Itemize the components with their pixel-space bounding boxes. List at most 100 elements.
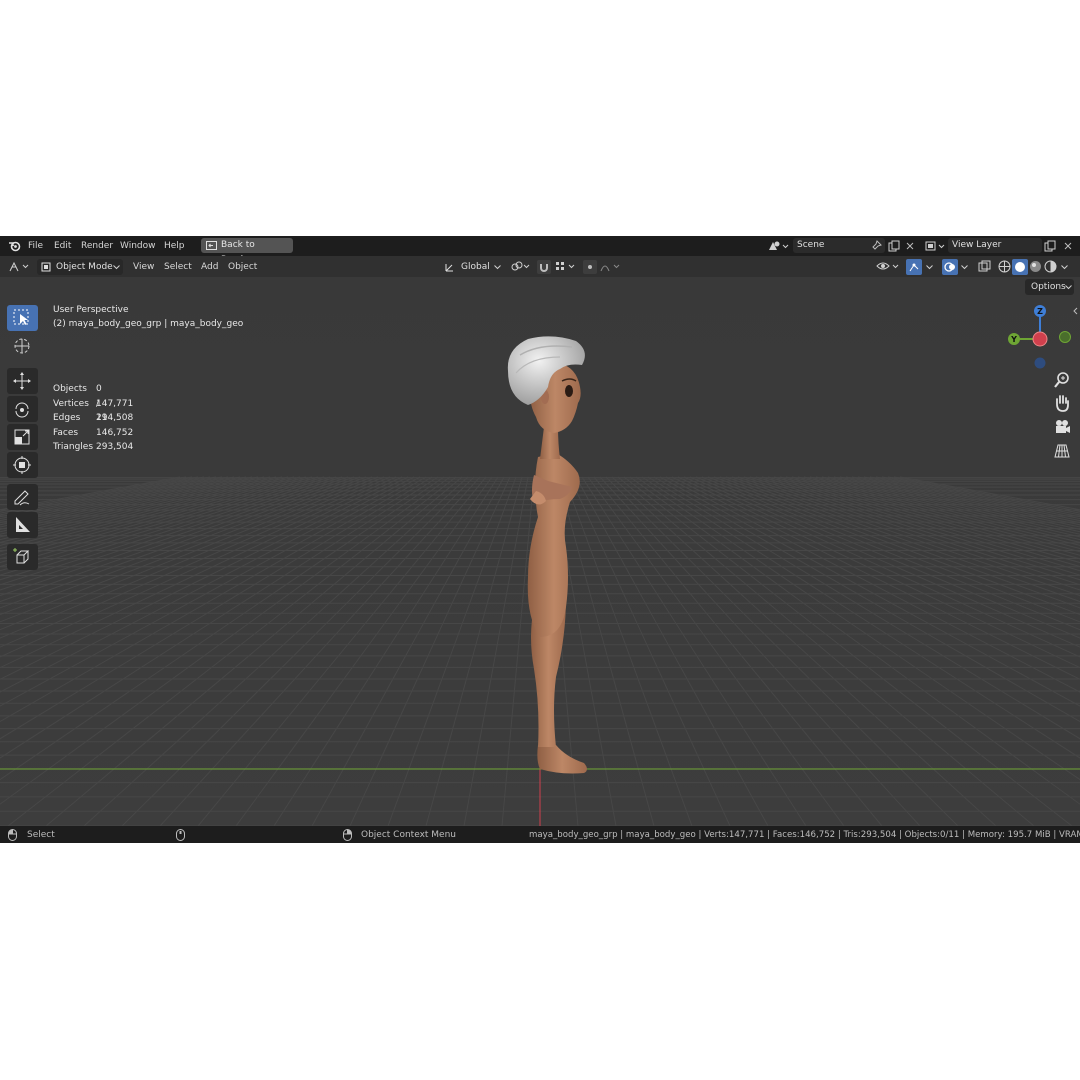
stat-label: Faces: [53, 427, 79, 438]
view-layer-field[interactable]: View Layer: [948, 238, 1042, 253]
object-mode-icon: [41, 262, 51, 272]
mouse-middle-icon: [176, 829, 185, 841]
select-box-tool[interactable]: [7, 305, 38, 331]
view-menu[interactable]: View: [133, 260, 154, 274]
falloff-curve-icon[interactable]: [600, 260, 622, 273]
grid-perspective-icon: [1054, 444, 1070, 458]
status-select-hint: Select: [27, 830, 55, 840]
cursor-tool[interactable]: [7, 333, 38, 359]
stat-value: 147,771: [96, 398, 134, 409]
stat-label: Triangles: [53, 442, 94, 452]
camera-view-button[interactable]: [1052, 417, 1072, 437]
transform-icon: [13, 456, 31, 474]
orientation-label: Global: [461, 262, 490, 272]
gizmo-toggle[interactable]: [906, 259, 922, 275]
overlays-toggle[interactable]: [942, 259, 958, 275]
visibility-eye-icon[interactable]: [876, 260, 902, 273]
viewport-scene: [0, 277, 1080, 826]
add-menu[interactable]: Add: [201, 260, 218, 274]
scale-tool[interactable]: [7, 424, 38, 450]
menu-file[interactable]: File: [28, 239, 43, 253]
cursor-icon: [14, 338, 30, 354]
select-box-icon: [13, 309, 29, 325]
gizmo-icon: [909, 263, 919, 272]
menu-edit[interactable]: Edit: [54, 239, 71, 253]
object-menu[interactable]: Object: [228, 260, 257, 274]
viewport-header: Object Mode View Select Add Object Globa…: [0, 256, 1080, 277]
close-scene-icon[interactable]: [906, 242, 914, 250]
solid-shading-button[interactable]: [1012, 259, 1028, 275]
chevron-left-icon[interactable]: [1072, 307, 1078, 315]
back-icon: [206, 241, 217, 250]
add-cube-icon: [13, 548, 30, 564]
select-menu[interactable]: Select: [164, 260, 192, 274]
top-menu-bar: File Edit Render Window Help Back to Pre…: [0, 236, 1080, 265]
snap-toggle[interactable]: [537, 260, 551, 274]
blender-window: File Edit Render Window Help Back to Pre…: [0, 236, 1080, 843]
gizmo-z-label: Z: [1037, 307, 1043, 316]
pivot-point-icon[interactable]: [510, 260, 532, 273]
pin-icon[interactable]: [871, 240, 882, 251]
move-tool[interactable]: [7, 368, 38, 394]
chevron-down-icon[interactable]: [961, 265, 968, 270]
scale-icon: [14, 429, 30, 445]
pan-button[interactable]: [1052, 393, 1072, 413]
zoom-icon: [1054, 372, 1069, 388]
zoom-button[interactable]: [1052, 370, 1072, 390]
rotate-tool[interactable]: [7, 396, 38, 422]
mode-label: Object Mode: [56, 262, 113, 272]
active-object-path: (2) maya_body_geo_grp | maya_body_geo: [53, 319, 244, 329]
chevron-down-icon: [494, 265, 501, 270]
transform-orientation-dropdown[interactable]: Global: [442, 259, 504, 275]
rotate-icon: [15, 402, 29, 418]
annotate-tool[interactable]: [7, 484, 38, 510]
measure-icon: [16, 517, 30, 532]
camera-icon: [1056, 420, 1070, 433]
blender-logo-icon[interactable]: [8, 240, 21, 252]
wireframe-shading-icon[interactable]: [998, 260, 1011, 273]
scene-name: Scene: [797, 240, 825, 250]
navigation-gizmo[interactable]: Z Y: [1000, 303, 1080, 373]
back-to-previous-button[interactable]: Back to Previous: [201, 238, 293, 265]
rendered-shading-icon[interactable]: [1044, 260, 1057, 273]
chevron-down-icon[interactable]: [926, 265, 933, 270]
stat-label: Edges: [53, 413, 81, 423]
new-scene-icon[interactable]: [888, 240, 900, 252]
3d-viewport[interactable]: User Perspective (2) maya_body_geo_grp |…: [0, 277, 1080, 826]
menu-help[interactable]: Help: [164, 239, 185, 253]
solid-shading-icon: [1015, 262, 1025, 272]
add-cube-tool[interactable]: [7, 544, 38, 570]
status-context-menu-hint: Object Context Menu: [361, 830, 457, 840]
options-label: Options: [1031, 282, 1066, 292]
chevron-down-icon: [113, 265, 120, 270]
orientation-icon: [445, 264, 453, 272]
xray-toggle-icon[interactable]: [978, 260, 992, 273]
measure-tool[interactable]: [7, 512, 38, 538]
material-preview-icon[interactable]: [1029, 260, 1042, 273]
scene-field[interactable]: Scene: [793, 238, 885, 253]
menu-render[interactable]: Render: [81, 239, 113, 253]
view-layer-icon[interactable]: [925, 240, 947, 252]
options-dropdown[interactable]: Options: [1025, 279, 1074, 295]
stat-label: Objects: [53, 384, 88, 394]
proportional-editing-toggle[interactable]: [583, 260, 597, 274]
status-bar: Select Object Context Menu maya_body_geo…: [0, 826, 1080, 843]
snap-grid-icon[interactable]: [555, 260, 577, 273]
close-view-layer-icon[interactable]: [1064, 242, 1072, 250]
stat-value: 293,504: [96, 442, 134, 452]
mouse-left-icon: [8, 829, 17, 841]
mode-dropdown[interactable]: Object Mode: [37, 259, 123, 275]
new-view-layer-icon[interactable]: [1044, 240, 1056, 252]
stat-label: Vertices: [53, 398, 89, 409]
transform-tool[interactable]: [7, 452, 38, 478]
mouse-right-icon: [343, 829, 352, 841]
annotate-icon: [14, 490, 30, 506]
chevron-down-icon[interactable]: [1061, 265, 1068, 270]
move-icon: [13, 372, 31, 390]
perspective-toggle-button[interactable]: [1052, 441, 1072, 461]
proportional-icon: [588, 265, 592, 269]
editor-type-icon[interactable]: [8, 260, 32, 273]
chevron-down-icon: [1065, 285, 1072, 290]
scene-icon[interactable]: [768, 240, 790, 252]
menu-window[interactable]: Window: [120, 239, 156, 253]
